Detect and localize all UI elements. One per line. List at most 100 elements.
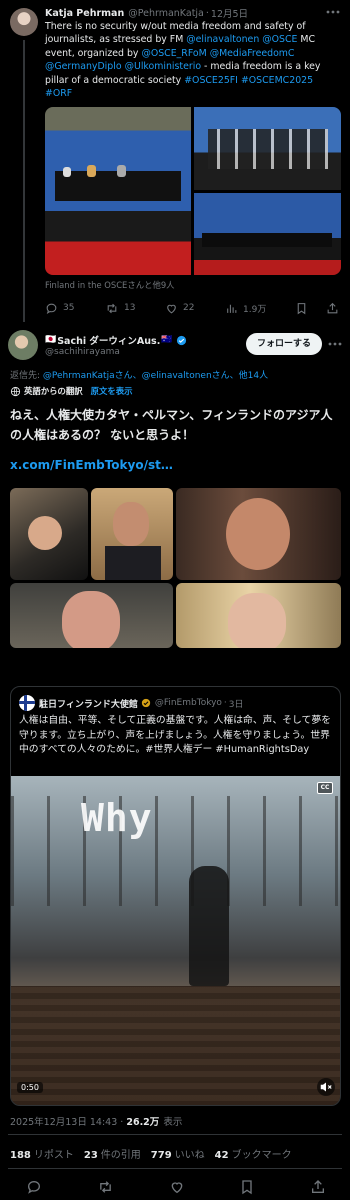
photo-group[interactable] [194,107,341,190]
views-icon [227,304,237,313]
tweet2-actions [26,1178,326,1196]
tweet2-media-grid[interactable] [10,488,341,648]
tweet-timestamp: 2025年12月13日 14:43 · 26.2万 表示 [10,1114,182,1128]
reply-prefix: 返信先: [10,371,43,381]
verified-icon [176,335,186,345]
like-icon [167,304,176,313]
views-label: 表示 [163,1117,183,1128]
photo-woman-blonde[interactable] [176,583,341,648]
quote-author-name[interactable]: 駐日フィンランド大使館 [39,697,138,710]
engagement-stats: 188 リポスト 23 件の引用 779 いいね 42 ブックマーク [10,1146,302,1161]
timestamp-text[interactable]: 2025年12月13日 14:43 [10,1117,117,1128]
more-icon[interactable] [327,338,343,350]
stat-label: 件の引用 [100,1150,141,1161]
stat-label: いいね [174,1150,205,1161]
stat-label: ブックマーク [231,1150,292,1161]
retweet-action[interactable]: 13 [105,302,165,315]
stat-value: 23 [83,1150,98,1161]
mention-link[interactable]: #OSCEMC2025 [241,75,313,86]
reply-count: 35 [63,303,75,313]
cc-icon[interactable]: CC [317,782,333,794]
flag-jp: 🇯🇵 [45,335,57,345]
show-original-link[interactable]: 原文を表示 [91,385,133,397]
tweet2-text: ねえ、人権大使カタヤ・ペルマン、フィンランドのアジア人の人権はあるの？ ないと思… [10,408,333,442]
stat-1[interactable]: 23 件の引用 [84,1146,141,1161]
quote-date[interactable]: 3日 [229,697,244,710]
verified-icon [141,698,150,708]
reply-to-accounts[interactable]: @PehrmanKatjaさん、@elinavaltonenさん、他14人 [43,371,268,381]
retweet-icon [107,303,117,313]
tweet-date[interactable]: 12月5日 [211,6,248,20]
mute-icon[interactable] [317,1078,335,1096]
video-overlay-text: Why [81,796,153,840]
author-handle[interactable]: @PehrmanKatja [128,8,204,19]
reply-action[interactable]: 35 [45,302,105,315]
divider-bottom [8,1168,342,1169]
retweet-icon[interactable] [97,1179,114,1195]
author-name[interactable]: Katja Pehrman [45,8,124,19]
reply-context: 返信先: @PehrmanKatjaさん、@elinavaltonenさん、他1… [10,368,268,381]
stat-value: 42 [214,1150,229,1161]
stat-value: 188 [10,1150,31,1161]
like-action[interactable]: 22 [165,302,225,315]
tweet2-link[interactable]: x.com/FinEmbTokyo/st… [10,458,173,472]
stat-label: リポスト [33,1150,74,1161]
translate-icon [10,386,21,396]
mention-link[interactable]: @Ulkoministerio [125,61,201,72]
more-icon[interactable] [325,6,341,18]
photo-man-glasses[interactable] [10,583,173,648]
mention-link[interactable]: @OSCE [262,34,297,45]
separator-dot: · [223,698,227,708]
tweet1-media-grid[interactable] [45,107,341,275]
like-count: 22 [183,303,195,313]
video-time: 0:50 [17,1082,43,1093]
tagged-people[interactable]: Finland in the OSCEさんと他9人 [45,279,175,291]
translated-from: 英語からの翻訳 [24,386,83,396]
quote-video[interactable]: Why CC 0:50 [11,776,340,1105]
photo-woman-smile[interactable] [176,488,341,580]
tweet1-actions: 35 13 22 1.9万 [45,300,341,316]
mention-link[interactable]: @OSCE_RFoM [141,48,206,59]
flag-au: 🇦🇺 [161,335,173,345]
quote-header: 駐日フィンランド大使館 @FinEmbTokyo · 3日 [19,695,244,711]
quote-avatar [19,695,35,711]
stat-0[interactable]: 188 リポスト [10,1146,74,1161]
photo-panel-stage[interactable] [45,107,191,275]
stat-2[interactable]: 779 いいね [151,1146,205,1161]
mention-link[interactable]: @elinavaltonen [186,34,259,45]
quoted-tweet-card[interactable]: 駐日フィンランド大使館 @FinEmbTokyo · 3日 人権は自由、平等、そ… [10,686,341,1106]
mention-link[interactable]: @GermanyDiplo [45,61,122,72]
quote-text: 人権は自由、平等、そして正義の基盤です。人権は命、声、そして夢を守ります。立ち上… [19,715,331,755]
views-count: 26.2万 [126,1117,160,1128]
stat-value: 779 [150,1150,172,1161]
reply-icon [46,303,57,314]
translation-bar: 英語からの翻訳 原文を表示 [10,385,133,397]
tweet2-author-line: 🇯🇵 Sachi ダーウィンAus. 🇦🇺 [45,333,187,347]
bookmark-icon[interactable] [239,1179,255,1195]
tweet1-header: Katja Pehrman @PehrmanKatja · 12月5日 [45,6,330,21]
author-name[interactable]: Sachi ダーウィンAus. [57,333,160,347]
views-count: 1.9万 [243,304,267,315]
views-action[interactable]: 1.9万 [225,302,291,315]
mention-link[interactable]: #OSCE25FI [184,75,238,86]
separator-dot: · [205,7,209,19]
avatar-katja[interactable] [10,8,38,36]
mention-link[interactable]: @MediaFreedomC [210,48,295,59]
reply-icon[interactable] [26,1179,42,1195]
quote-handle: @FinEmbTokyo [154,698,222,708]
author-handle[interactable]: @sachihirayama [45,347,120,357]
photo-man-beard[interactable] [91,488,173,580]
share-icon[interactable] [310,1179,326,1195]
like-icon[interactable] [169,1179,185,1195]
follow-button[interactable]: フォローする [246,333,322,355]
avatar-sachi[interactable] [8,330,38,360]
photo-panel-wide[interactable] [194,193,341,275]
bookmark-icon[interactable] [295,302,308,315]
mention-link[interactable]: #ORF [45,88,72,99]
retweet-count: 13 [124,303,136,313]
share-icon[interactable] [326,302,339,315]
thread-line [23,40,25,322]
stat-3[interactable]: 42 ブックマーク [215,1146,292,1161]
divider-top [8,1134,342,1135]
photo-man-bowtie[interactable] [10,488,88,580]
